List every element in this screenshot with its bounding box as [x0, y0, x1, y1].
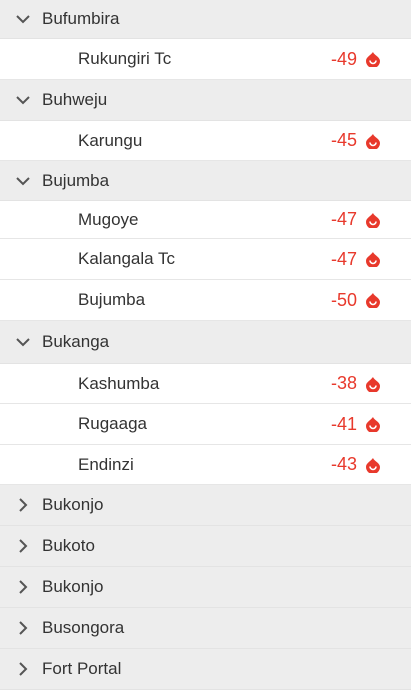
flame-drop-icon: [366, 213, 380, 228]
flame-drop-icon: [366, 458, 380, 473]
flame-drop-icon: [366, 134, 380, 149]
row-value: -50: [330, 289, 357, 310]
chevron-right-icon: [19, 539, 28, 553]
group-title: Bukonjo: [42, 495, 104, 514]
flame-drop-icon: [366, 52, 380, 67]
group-header-bukoto[interactable]: Bukoto: [0, 526, 411, 567]
flame-drop-icon: [366, 417, 380, 432]
group-header-bukonjo[interactable]: Bukonjo: [0, 485, 411, 526]
chevron-down-icon: [16, 176, 30, 185]
row-value: -41: [330, 413, 357, 434]
row-value: -49: [330, 48, 357, 69]
list-item[interactable]: Bujumba -50: [0, 280, 411, 321]
group-header-buhweju[interactable]: Buhweju: [0, 80, 411, 121]
group-header-fort-portal[interactable]: Fort Portal: [0, 649, 411, 690]
row-name: Kashumba: [78, 373, 160, 393]
group-header-bukonjo-2[interactable]: Bukonjo: [0, 567, 411, 608]
row-name: Rugaaga: [78, 414, 148, 433]
group-title: Bukanga: [42, 332, 110, 351]
row-name: Kalangala Tc: [78, 249, 176, 268]
list-item[interactable]: Mugoye -47: [0, 201, 411, 239]
group-header-busongora[interactable]: Busongora: [0, 608, 411, 649]
row-name: Endinzi: [78, 454, 134, 474]
row-value: -38: [330, 373, 357, 393]
row-name: Mugoye: [78, 209, 139, 229]
group-title: Bufumbira: [42, 9, 120, 28]
flame-drop-icon: [366, 293, 380, 308]
row-name: Bujumba: [78, 290, 146, 309]
flame-drop-icon: [366, 377, 380, 392]
row-name: Karungu: [78, 130, 143, 150]
group-title: Bukonjo: [42, 577, 104, 596]
list-item[interactable]: Kalangala Tc -47: [0, 239, 411, 280]
group-list: Bufumbira Rukungiri Tc -49 Buhweju Karun…: [0, 0, 411, 690]
group-title: Buhweju: [42, 90, 108, 109]
group-title: Fort Portal: [42, 659, 122, 678]
chevron-down-icon: [16, 96, 30, 105]
row-name: Rukungiri Tc: [78, 49, 172, 68]
list-item[interactable]: Endinzi -43: [0, 445, 411, 485]
chevron-right-icon: [19, 498, 28, 512]
row-value: -45: [330, 130, 357, 150]
list-item[interactable]: Kashumba -38: [0, 364, 411, 404]
chevron-right-icon: [19, 662, 28, 676]
group-header-bujumba[interactable]: Bujumba: [0, 161, 411, 201]
row-value: -43: [330, 454, 357, 474]
group-title: Bukoto: [42, 536, 95, 555]
row-value: -47: [330, 209, 357, 229]
list-item[interactable]: Rukungiri Tc -49: [0, 39, 411, 80]
group-title: Bujumba: [42, 170, 110, 190]
group-title: Busongora: [42, 618, 125, 637]
list-item[interactable]: Rugaaga -41: [0, 404, 411, 445]
flame-drop-icon: [366, 252, 380, 267]
chevron-right-icon: [19, 580, 28, 594]
row-value: -47: [330, 248, 357, 269]
list-item[interactable]: Karungu -45: [0, 121, 411, 161]
chevron-right-icon: [19, 621, 28, 635]
group-header-bufumbira[interactable]: Bufumbira: [0, 0, 411, 39]
group-header-bukanga[interactable]: Bukanga: [0, 321, 411, 364]
chevron-down-icon: [16, 15, 30, 24]
chevron-down-icon: [16, 338, 30, 347]
